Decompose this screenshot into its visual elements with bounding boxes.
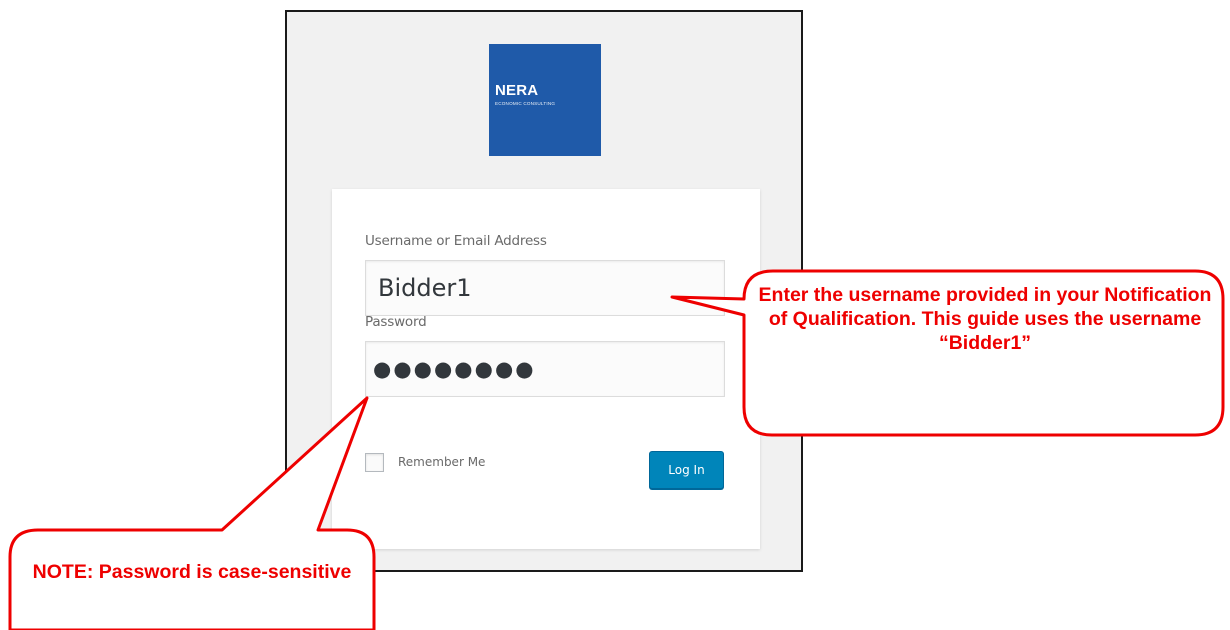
tutorial-screenshot: NERA ECONOMIC CONSULTING Username or Ema…	[0, 0, 1230, 630]
nera-logo[interactable]: NERA ECONOMIC CONSULTING	[489, 44, 601, 156]
login-form: Username or Email Address Bidder1 Passwo…	[332, 189, 760, 549]
password-callout-text: NOTE: Password is case-sensitive	[32, 561, 352, 583]
username-input[interactable]: Bidder1	[365, 260, 725, 316]
logo-title: NERA	[495, 82, 539, 99]
password-input[interactable]: ●●●●●●●●	[365, 341, 725, 397]
password-label: Password	[365, 314, 427, 330]
remember-me-label[interactable]: Remember Me	[398, 455, 485, 469]
logo-subtitle: ECONOMIC CONSULTING	[495, 101, 556, 106]
remember-me-checkbox[interactable]	[365, 453, 384, 472]
username-label: Username or Email Address	[365, 233, 547, 249]
login-button[interactable]: Log In	[649, 451, 724, 489]
username-callout-text: Enter the username provided in your Noti…	[758, 284, 1212, 354]
login-page: NERA ECONOMIC CONSULTING Username or Ema…	[285, 10, 803, 572]
